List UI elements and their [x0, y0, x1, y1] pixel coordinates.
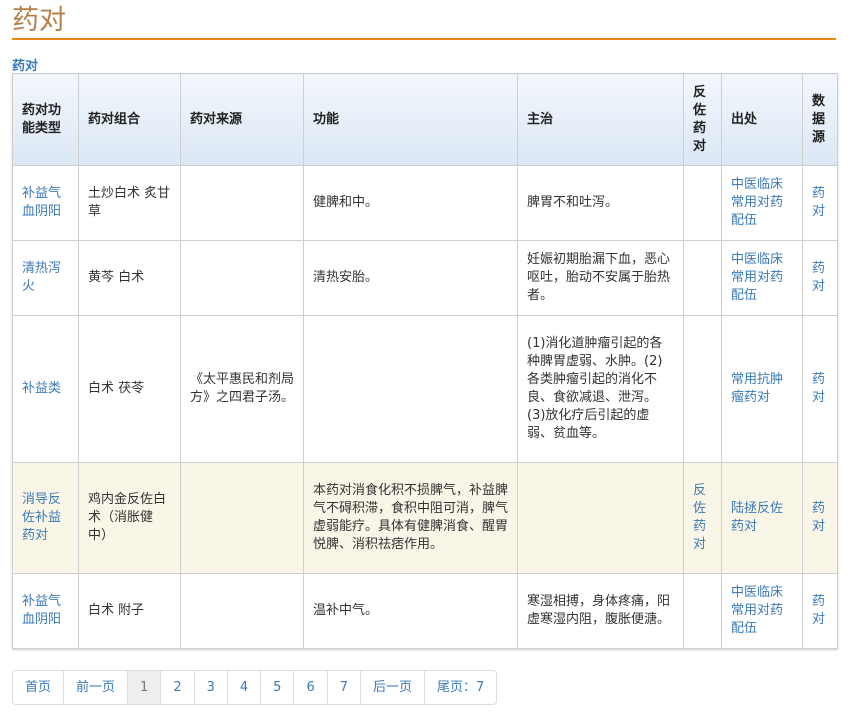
cell-type-link[interactable]: 补益类: [22, 381, 61, 396]
last-page-button[interactable]: 尾页：7: [424, 671, 496, 704]
page-1-button[interactable]: 1: [127, 671, 161, 704]
header-datasource[interactable]: 数据源: [802, 73, 838, 166]
page-4-button[interactable]: 4: [226, 671, 260, 704]
cell-reverse: [683, 573, 722, 649]
cell-type: 补益气血阴阳: [12, 165, 79, 241]
cell-type-link[interactable]: 清热泻火: [22, 261, 61, 294]
cell-combo: 土炒白术 炙甘草: [78, 165, 181, 241]
cell-origin-link[interactable]: 陆拯反佐药对: [731, 501, 783, 534]
table-row: 补益气血阴阳 土炒白术 炙甘草 健脾和中。 脾胃不和吐泻。 中医临床常用对药配伍 药对: [12, 165, 838, 241]
cell-origin: 常用抗肿瘤药对: [721, 315, 803, 463]
header-origin[interactable]: 出处: [721, 73, 803, 166]
page-7-button[interactable]: 7: [326, 671, 360, 704]
cell-datasource-link[interactable]: 药对: [812, 186, 825, 219]
cell-function: 本药对消食化积不损脾气，补益脾气不碍积滞，食积中阻可消，脾气虚弱能疗。具体有健脾…: [303, 462, 518, 574]
cell-function: 温补中气。: [303, 573, 518, 649]
cell-reverse: [683, 240, 722, 316]
cell-source: [180, 462, 304, 574]
cell-combo: 白术 茯苓: [78, 315, 181, 463]
cell-indication: [517, 462, 684, 574]
cell-type-link[interactable]: 补益气血阴阳: [22, 186, 61, 219]
page-3-button[interactable]: 3: [193, 671, 227, 704]
header-type[interactable]: 药对功能类型: [12, 73, 79, 166]
cell-reverse: [683, 165, 722, 241]
table-header: 药对功能类型 药对组合 药对来源 功能 主治 反佐药对 出处 数据源: [12, 73, 838, 166]
header-indication[interactable]: 主治: [517, 73, 684, 166]
cell-datasource: 药对: [802, 573, 838, 649]
cell-type: 补益气血阴阳: [12, 573, 79, 649]
cell-reverse: [683, 315, 722, 463]
cell-origin-link[interactable]: 中医临床常用对药配伍: [731, 585, 783, 636]
cell-datasource: 药对: [802, 462, 838, 574]
page-6-button[interactable]: 6: [293, 671, 326, 704]
table-row: 补益气血阴阳 白术 附子 温补中气。 寒湿相搏，身体疼痛，阳虚寒湿内阻，腹胀便溏。 中医…: [12, 573, 838, 649]
header-combo[interactable]: 药对组合: [78, 73, 181, 166]
cell-datasource-link[interactable]: 药对: [812, 501, 825, 534]
cell-datasource-link[interactable]: 药对: [812, 594, 825, 627]
cell-origin-link[interactable]: 常用抗肿瘤药对: [731, 372, 783, 405]
cell-datasource: 药对: [802, 165, 838, 241]
cell-datasource-link[interactable]: 药对: [812, 261, 825, 294]
cell-combo: 鸡内金反佐白术（消胀健中）: [78, 462, 181, 574]
header-reverse[interactable]: 反佐药对: [683, 73, 722, 166]
cell-source: 《太平惠民和剂局方》之四君子汤。: [180, 315, 304, 463]
cell-indication: 妊娠初期胎漏下血，恶心呕吐，胎动不安属于胎热者。: [517, 240, 684, 316]
header-source[interactable]: 药对来源: [180, 73, 304, 166]
prev-page-button[interactable]: 前一页: [63, 671, 127, 704]
table-row: 清热泻火 黄芩 白术 清热安胎。 妊娠初期胎漏下血，恶心呕吐，胎动不安属于胎热者。 中医…: [12, 240, 838, 316]
cell-function: 健脾和中。: [303, 165, 518, 241]
cell-type: 清热泻火: [12, 240, 79, 316]
cell-indication: (1)消化道肿瘤引起的各种脾胃虚弱、水肿。(2)各类肿瘤引起的消化不良、食欲减退…: [517, 315, 684, 463]
cell-indication: 脾胃不和吐泻。: [517, 165, 684, 241]
cell-reverse: 反佐药对: [683, 462, 722, 574]
cell-combo: 白术 附子: [78, 573, 181, 649]
next-page-button[interactable]: 后一页: [360, 671, 424, 704]
section-title: 药对: [12, 59, 39, 74]
cell-indication: 寒湿相搏，身体疼痛，阳虚寒湿内阻，腹胀便溏。: [517, 573, 684, 649]
cell-origin: 陆拯反佐药对: [721, 462, 803, 574]
cell-source: [180, 573, 304, 649]
cell-datasource-link[interactable]: 药对: [812, 372, 825, 405]
cell-type: 消导反佐补益药对: [12, 462, 79, 574]
cell-origin: 中医临床常用对药配伍: [721, 240, 803, 316]
cell-combo: 黄芩 白术: [78, 240, 181, 316]
herb-pair-table: 药对功能类型 药对组合 药对来源 功能 主治 反佐药对 出处 数据源 补益气血阴…: [12, 73, 838, 649]
cell-source: [180, 165, 304, 241]
table-row: 补益类 白术 茯苓 《太平惠民和剂局方》之四君子汤。 (1)消化道肿瘤引起的各种脾胃虚…: [12, 315, 838, 463]
first-page-button[interactable]: 首页: [13, 671, 63, 704]
cell-function: [303, 315, 518, 463]
cell-source: [180, 240, 304, 316]
cell-origin: 中医临床常用对药配伍: [721, 573, 803, 649]
pagination: 首页 前一页 1 2 3 4 5 6 7 后一页 尾页：7: [12, 670, 498, 705]
cell-datasource: 药对: [802, 315, 838, 463]
cell-origin: 中医临床常用对药配伍: [721, 165, 803, 241]
cell-type: 补益类: [12, 315, 79, 463]
cell-datasource: 药对: [802, 240, 838, 316]
page-5-button[interactable]: 5: [260, 671, 293, 704]
cell-reverse-link[interactable]: 反佐药对: [693, 483, 706, 552]
table-row: 消导反佐补益药对 鸡内金反佐白术（消胀健中） 本药对消食化积不损脾气，补益脾气不碍积…: [12, 462, 838, 574]
cell-origin-link[interactable]: 中医临床常用对药配伍: [731, 252, 783, 303]
page-2-button[interactable]: 2: [160, 671, 193, 704]
cell-type-link[interactable]: 补益气血阴阳: [22, 594, 61, 627]
cell-type-link[interactable]: 消导反佐补益药对: [22, 492, 61, 543]
header-function[interactable]: 功能: [303, 73, 518, 166]
page-title: 药对: [12, 4, 836, 40]
cell-origin-link[interactable]: 中医临床常用对药配伍: [731, 177, 783, 228]
cell-function: 清热安胎。: [303, 240, 518, 316]
